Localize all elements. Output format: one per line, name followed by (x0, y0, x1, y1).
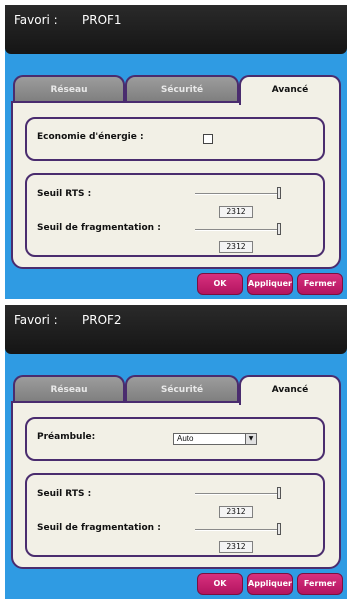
favorite-label: Favori : (14, 313, 58, 327)
preamble-select-value: Auto (177, 434, 194, 443)
close-button[interactable]: Fermer (297, 573, 343, 595)
preamble-group: Préambule: Auto ▼ (25, 417, 325, 461)
rts-threshold-label: Seuil RTS : (37, 489, 92, 499)
fragmentation-slider-thumb[interactable] (277, 223, 281, 235)
chevron-down-icon[interactable]: ▼ (245, 434, 256, 444)
title-bar: Favori : PROF2 (5, 305, 347, 354)
advanced-panel: Préambule: Auto ▼ Seuil RTS : 2312 Seuil… (11, 401, 341, 569)
profile-screen-2: Favori : PROF2 Réseau Sécurité Avancé Pr… (5, 305, 347, 599)
tab-network[interactable]: Réseau (13, 75, 125, 103)
apply-button[interactable]: Appliquer (247, 573, 293, 595)
preamble-select[interactable]: Auto ▼ (173, 433, 257, 445)
favorite-name: PROF2 (82, 313, 122, 327)
power-saving-group: Economie d'énergie : (25, 117, 325, 161)
apply-button[interactable]: Appliquer (247, 273, 293, 295)
fragmentation-value-field: 2312 (219, 241, 253, 253)
fragmentation-value-field: 2312 (219, 541, 253, 553)
fragmentation-threshold-label: Seuil de fragmentation : (37, 223, 161, 233)
ok-button[interactable]: OK (197, 273, 243, 295)
profile-screen-1: Favori : PROF1 Réseau Sécurité Avancé Ec… (5, 5, 347, 299)
favorite-label: Favori : (14, 13, 58, 27)
ok-button[interactable]: OK (197, 573, 243, 595)
rts-slider-track[interactable] (195, 193, 279, 195)
fragmentation-slider-track[interactable] (195, 229, 279, 231)
tab-security[interactable]: Sécurité (125, 75, 239, 103)
close-button[interactable]: Fermer (297, 273, 343, 295)
fragmentation-slider-thumb[interactable] (277, 523, 281, 535)
rts-slider-thumb[interactable] (277, 187, 281, 199)
tab-advanced[interactable]: Avancé (239, 375, 341, 405)
power-saving-label: Economie d'énergie : (37, 132, 144, 142)
tab-network[interactable]: Réseau (13, 375, 125, 403)
tab-advanced[interactable]: Avancé (239, 75, 341, 105)
rts-slider-thumb[interactable] (277, 487, 281, 499)
advanced-panel: Economie d'énergie : Seuil RTS : 2312 Se… (11, 101, 341, 269)
threshold-group: Seuil RTS : 2312 Seuil de fragmentation … (25, 173, 325, 257)
threshold-group: Seuil RTS : 2312 Seuil de fragmentation … (25, 473, 325, 557)
fragmentation-slider-track[interactable] (195, 529, 279, 531)
tab-security[interactable]: Sécurité (125, 375, 239, 403)
title-bar: Favori : PROF1 (5, 5, 347, 54)
rts-threshold-label: Seuil RTS : (37, 189, 92, 199)
fragmentation-threshold-label: Seuil de fragmentation : (37, 523, 161, 533)
rts-slider-track[interactable] (195, 493, 279, 495)
rts-value-field: 2312 (219, 506, 253, 518)
power-saving-checkbox[interactable] (203, 134, 213, 144)
preamble-label: Préambule: (37, 432, 96, 442)
favorite-name: PROF1 (82, 13, 122, 27)
rts-value-field: 2312 (219, 206, 253, 218)
